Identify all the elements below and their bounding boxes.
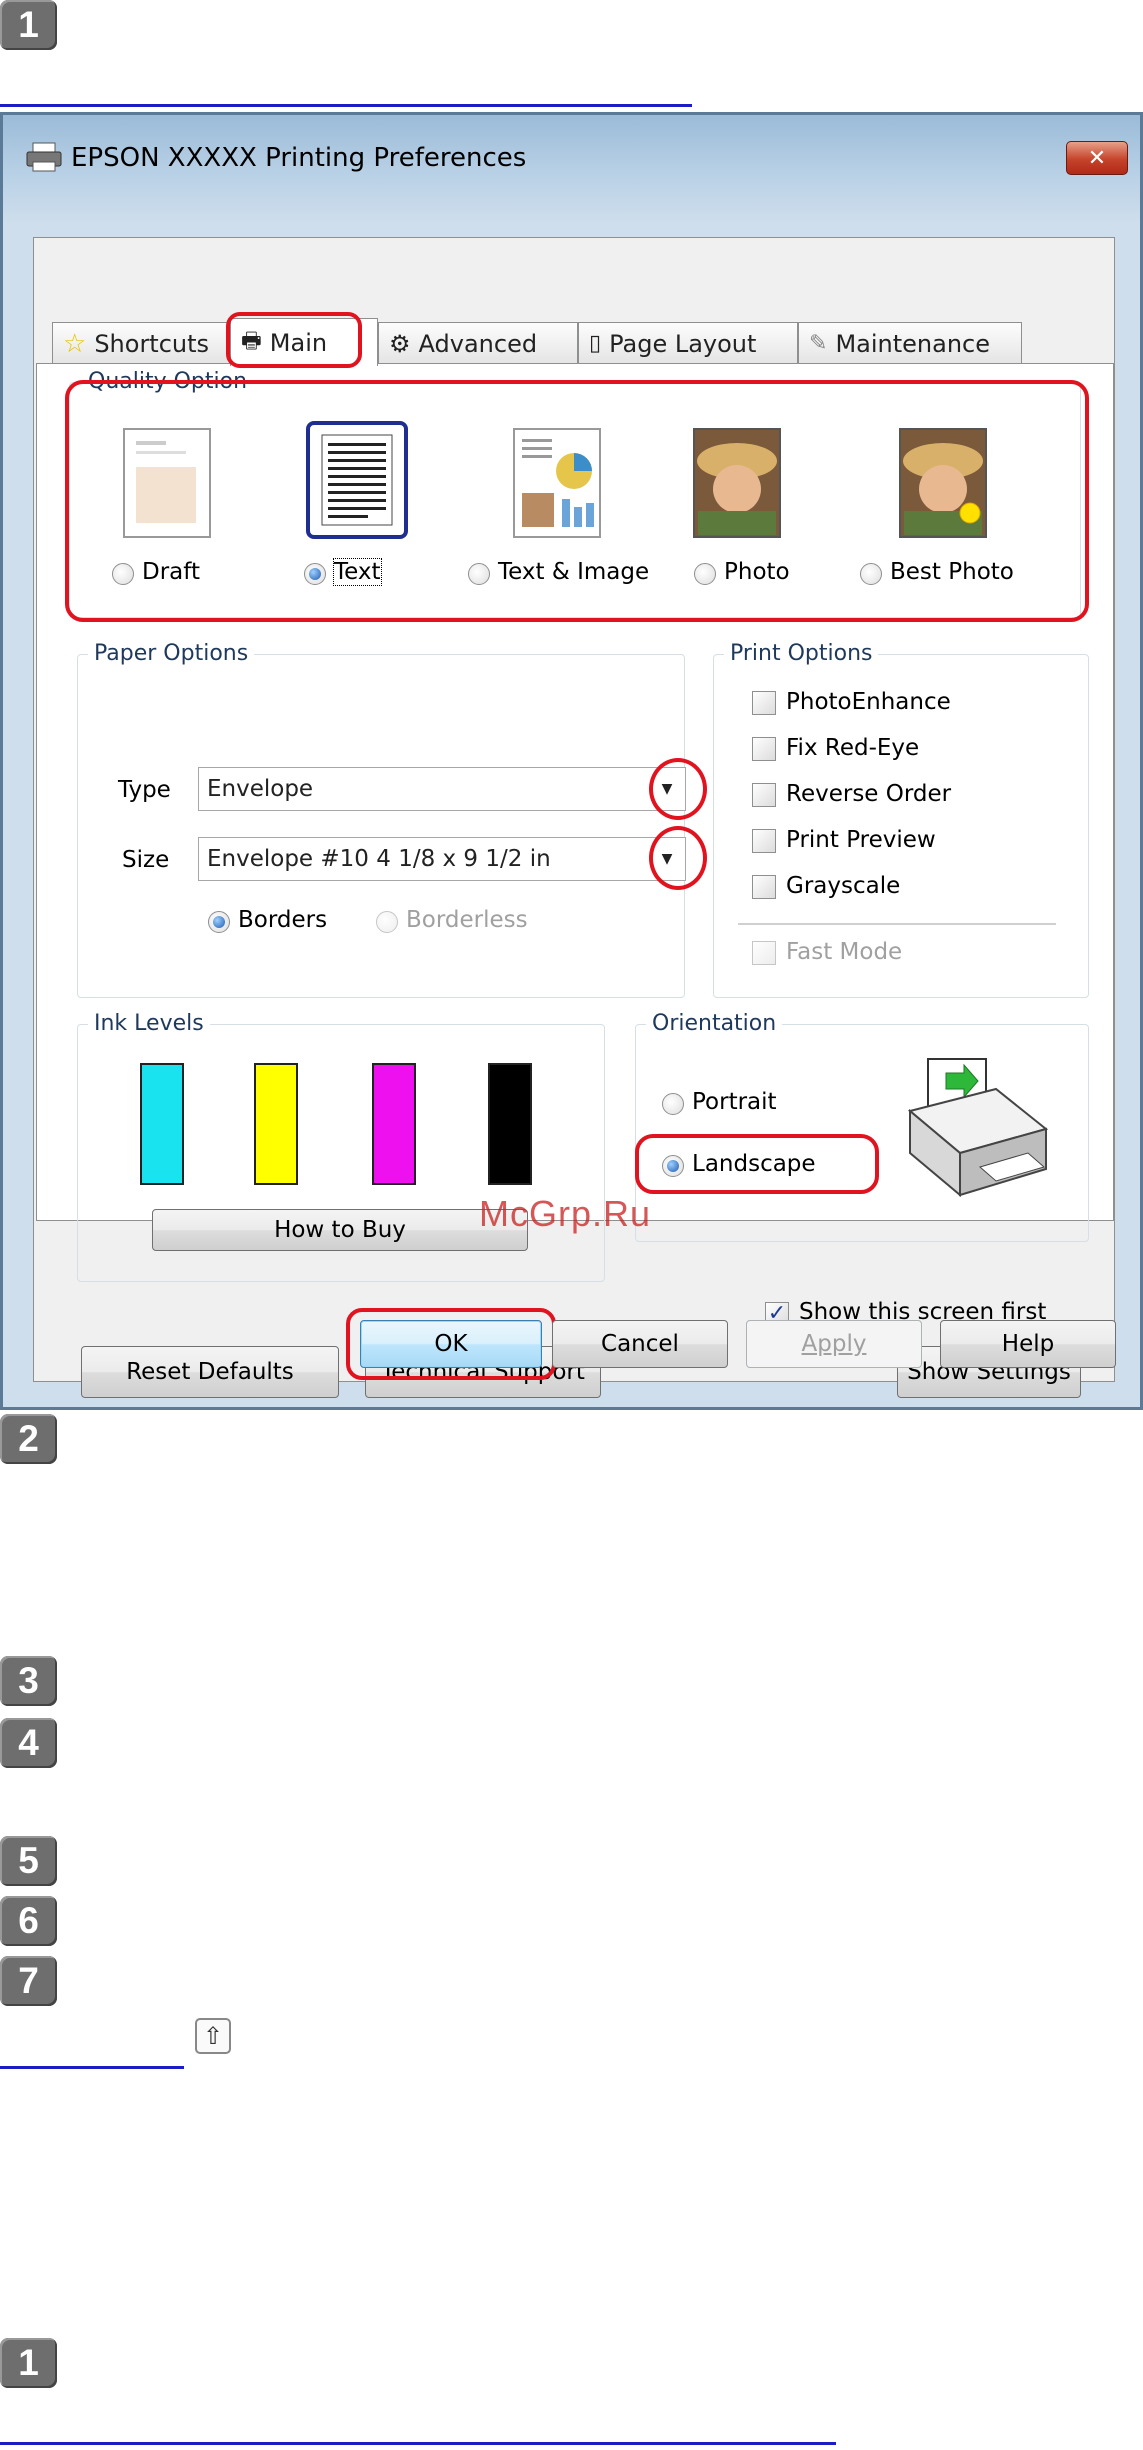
step-number-6: 6 bbox=[0, 1896, 57, 1946]
cyan-ink-level bbox=[140, 1063, 184, 1185]
reverse-order-checkbox[interactable] bbox=[752, 783, 776, 807]
print-preview-checkbox[interactable] bbox=[752, 829, 776, 853]
wrench-icon: ✎ bbox=[809, 331, 828, 356]
type-label: Type bbox=[118, 777, 171, 803]
group-title: Ink Levels bbox=[88, 1011, 210, 1036]
page-icon: ▯ bbox=[589, 331, 602, 356]
fix-red-eye-checkbox[interactable] bbox=[752, 737, 776, 761]
portrait-radio[interactable] bbox=[662, 1093, 684, 1115]
link-underline[interactable] bbox=[0, 104, 692, 107]
main-tab-highlight bbox=[226, 312, 362, 368]
type-dropdown-highlight bbox=[649, 758, 707, 820]
magenta-ink-level bbox=[372, 1063, 416, 1185]
black-ink-level bbox=[488, 1063, 532, 1185]
tab-shortcuts[interactable]: ☆ Shortcuts bbox=[52, 322, 230, 364]
step-number-7: 7 bbox=[0, 1956, 57, 2006]
fast-mode-label: Fast Mode bbox=[786, 939, 903, 965]
group-title: Paper Options bbox=[88, 641, 255, 666]
grayscale-label: Grayscale bbox=[786, 873, 901, 899]
borders-radio[interactable] bbox=[208, 911, 230, 933]
main-tab-panel: Quality Option Draft Text Text & Image P… bbox=[36, 363, 1114, 1398]
landscape-highlight bbox=[635, 1134, 879, 1194]
tab-page-layout[interactable]: ▯ Page Layout bbox=[578, 322, 798, 364]
ink-levels-group: Ink Levels How to Buy bbox=[77, 1011, 605, 1282]
apply-button[interactable]: Apply bbox=[746, 1320, 922, 1368]
paper-options-group: Paper Options Type Envelope ▼ Size Envel… bbox=[77, 641, 686, 998]
grayscale-checkbox[interactable] bbox=[752, 875, 776, 899]
paper-type-select[interactable]: Envelope ▼ bbox=[198, 767, 686, 811]
print-preview-label: Print Preview bbox=[786, 827, 936, 853]
orientation-group: Orientation Portrait Landscape bbox=[635, 1011, 1089, 1242]
tab-advanced[interactable]: ⚙ Advanced bbox=[378, 322, 578, 364]
help-button[interactable]: Help bbox=[940, 1320, 1116, 1368]
reverse-order-label: Reverse Order bbox=[786, 781, 952, 807]
group-title: Orientation bbox=[646, 1011, 783, 1036]
step-number-3: 3 bbox=[0, 1656, 57, 1706]
paper-size-select[interactable]: Envelope #10 4 1/8 x 9 1/2 in ▼ bbox=[198, 837, 686, 881]
star-icon: ☆ bbox=[63, 328, 87, 359]
link-underline[interactable] bbox=[0, 2442, 836, 2445]
borders-label: Borders bbox=[238, 907, 328, 933]
gear-icon: ⚙ bbox=[389, 329, 411, 358]
arrow-up-icon[interactable]: ⇧ bbox=[195, 2018, 231, 2054]
step-number-5: 5 bbox=[0, 1836, 57, 1886]
portrait-label: Portrait bbox=[692, 1089, 777, 1115]
print-options-group: Print Options PhotoEnhance Fix Red-Eye R… bbox=[713, 641, 1089, 998]
photoenhance-checkbox[interactable] bbox=[752, 691, 776, 715]
close-button[interactable]: ✕ bbox=[1066, 141, 1128, 175]
step-number-4: 4 bbox=[0, 1718, 57, 1768]
photoenhance-label: PhotoEnhance bbox=[786, 689, 951, 715]
group-title: Print Options bbox=[724, 641, 879, 666]
printer-icon bbox=[26, 142, 62, 172]
divider bbox=[738, 923, 1056, 925]
quality-option-highlight bbox=[65, 380, 1089, 622]
tab-maintenance[interactable]: ✎ Maintenance bbox=[798, 322, 1022, 364]
landscape-printer-icon bbox=[907, 1058, 1049, 1198]
borderless-label: Borderless bbox=[406, 907, 528, 933]
fix-red-eye-label: Fix Red-Eye bbox=[786, 735, 920, 761]
step-number-1-bottom: 1 bbox=[0, 2338, 57, 2388]
window-title: EPSON XXXXX Printing Preferences bbox=[71, 143, 527, 173]
printing-preferences-window: EPSON XXXXX Printing Preferences ✕ ☆ Sho… bbox=[0, 112, 1143, 1410]
borderless-radio[interactable] bbox=[376, 911, 398, 933]
yellow-ink-level bbox=[254, 1063, 298, 1185]
ok-highlight bbox=[346, 1308, 556, 1380]
step-number-1: 1 bbox=[0, 0, 57, 50]
link-underline[interactable] bbox=[0, 2066, 184, 2069]
watermark-logo: McGrp.Ru bbox=[479, 1193, 652, 1234]
how-to-buy-button[interactable]: How to Buy bbox=[152, 1209, 528, 1251]
cancel-button[interactable]: Cancel bbox=[552, 1320, 728, 1368]
fast-mode-checkbox[interactable] bbox=[752, 941, 776, 965]
size-label: Size bbox=[122, 847, 170, 873]
reset-defaults-button[interactable]: Reset Defaults bbox=[81, 1346, 339, 1398]
step-number-2: 2 bbox=[0, 1414, 57, 1464]
size-dropdown-highlight bbox=[649, 826, 707, 890]
